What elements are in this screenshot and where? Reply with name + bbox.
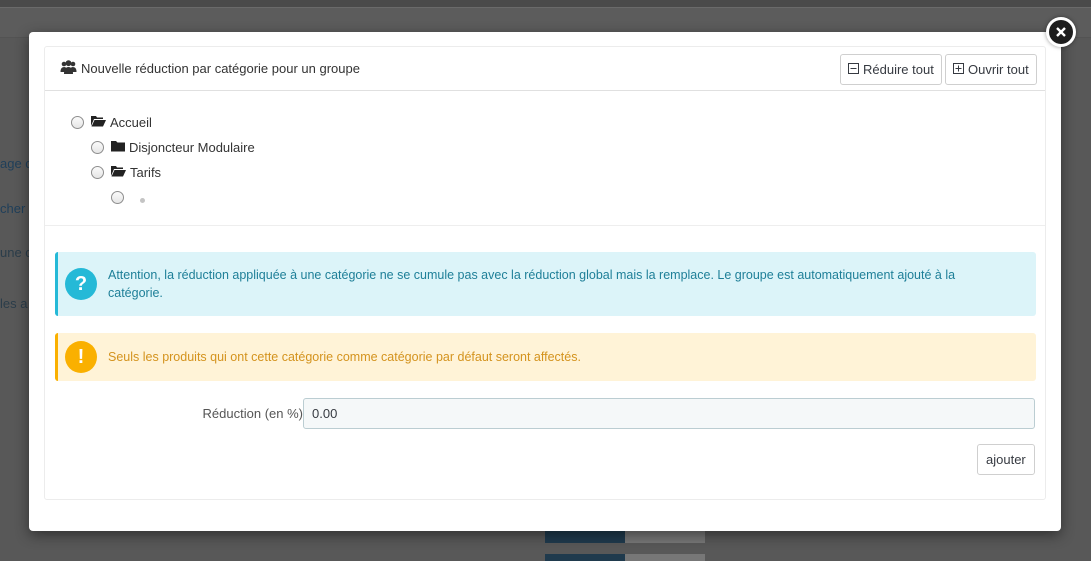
warning-alert: ! Seuls les produits qui ont cette catég… [55,333,1036,381]
folder-open-icon [91,115,106,130]
category-radio[interactable] [91,166,104,179]
background-text: une c [0,245,32,260]
background-button [545,554,625,561]
background-topbar [0,0,1091,8]
reduction-form-row: Réduction (en %) [55,398,1036,430]
collapse-all-label: Réduire tout [863,62,934,77]
warning-alert-text: Seuls les produits qui ont cette catégor… [108,350,581,364]
close-button[interactable] [1046,17,1076,47]
collapse-icon [848,62,859,77]
folder-open-icon [111,165,126,180]
folder-icon [111,140,125,155]
modal-panel: Nouvelle réduction par catégorie pour un… [44,46,1046,500]
panel-heading: Nouvelle réduction par catégorie pour un… [45,47,1045,91]
tree-item-disjoncteur[interactable]: Disjoncteur Modulaire [91,140,255,155]
expand-all-button[interactable]: Ouvrir tout [945,54,1037,85]
background-button [625,531,705,543]
discount-modal: Nouvelle réduction par catégorie pour un… [29,32,1061,531]
background-text: cher [0,201,26,216]
tree-item-accueil[interactable]: Accueil [71,115,152,130]
modal-title: Nouvelle réduction par catégorie pour un… [60,60,360,77]
exclamation-icon: ! [65,341,97,373]
close-icon [1049,20,1073,44]
info-alert: ? Attention, la réduction appliquée à un… [55,252,1036,316]
reduction-input[interactable] [303,398,1035,429]
tree-item-empty[interactable] [111,191,152,204]
modal-title-text: Nouvelle réduction par catégorie pour un… [81,61,360,76]
background-button [625,554,705,561]
expand-all-label: Ouvrir tout [968,62,1029,77]
tree-item-label[interactable]: Tarifs [130,165,161,180]
info-alert-text: Attention, la réduction appliquée à une … [108,268,956,300]
category-radio[interactable] [91,141,104,154]
tree-item-label[interactable]: Disjoncteur Modulaire [129,140,255,155]
category-tree: Accueil Disjoncteur Modulaire Tarifs [45,91,1045,226]
users-icon [60,60,77,77]
question-icon: ? [65,268,97,300]
background-text: age c [0,156,32,171]
background-text: les a [0,296,28,311]
dot-icon [140,197,145,203]
add-button[interactable]: ajouter [977,444,1035,475]
reduction-label: Réduction (en %) [202,406,303,421]
category-radio[interactable] [71,116,84,129]
category-radio[interactable] [111,191,124,204]
tree-item-label[interactable]: Accueil [110,115,152,130]
expand-icon [953,62,964,77]
background-button [545,531,625,543]
collapse-all-button[interactable]: Réduire tout [840,54,942,85]
tree-item-tarifs[interactable]: Tarifs [91,165,161,180]
